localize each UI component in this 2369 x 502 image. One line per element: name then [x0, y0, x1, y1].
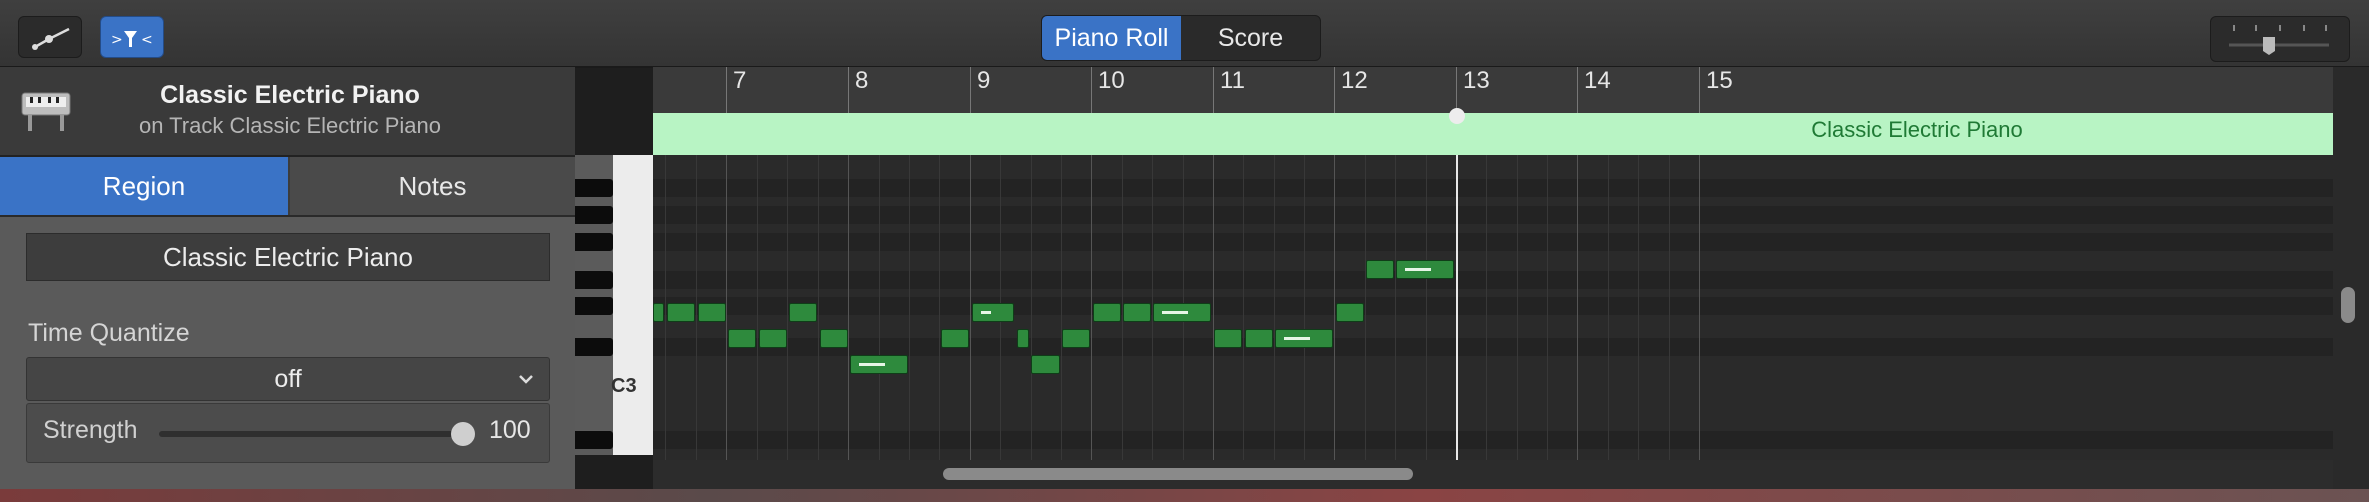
vertical-scrollbar[interactable] — [2333, 67, 2369, 489]
view-switcher: Piano Roll Score — [1041, 15, 1321, 61]
region-header[interactable]: Classic Electric Piano — [653, 113, 2333, 155]
svg-text:>: > — [111, 32, 123, 48]
midi-note[interactable] — [1153, 303, 1211, 322]
midi-note[interactable] — [1275, 329, 1333, 348]
strength-value: 100 — [489, 416, 531, 444]
track-title: Classic Electric Piano — [160, 81, 420, 109]
black-key[interactable] — [575, 297, 613, 315]
midi-note[interactable] — [1366, 260, 1394, 279]
midi-note[interactable] — [972, 303, 1014, 322]
region-name-field[interactable]: Classic Electric Piano — [26, 233, 550, 281]
bar-number: 12 — [1341, 67, 1368, 94]
bar-number: 7 — [733, 67, 747, 94]
vertical-scroll-thumb[interactable] — [2341, 287, 2355, 323]
black-key[interactable] — [575, 233, 613, 251]
region-inspector: Classic Electric Piano on Track Classic … — [0, 67, 575, 489]
svg-text:<: < — [141, 32, 153, 48]
editor-toolbar: > < Piano Roll Score — [0, 0, 2369, 68]
white-keys — [613, 155, 653, 455]
region-label: Classic Electric Piano — [1811, 117, 2023, 142]
note-grid[interactable] — [653, 155, 2333, 460]
midi-note[interactable] — [1336, 303, 1364, 322]
midi-note[interactable] — [653, 303, 664, 322]
zoom-control[interactable] — [2210, 16, 2350, 62]
background-window-strip — [0, 489, 2369, 502]
horizontal-scrollbar[interactable] — [653, 460, 2333, 489]
midi-in-filter-icon: > < — [111, 31, 153, 48]
bar-number: 14 — [1584, 67, 1611, 94]
midi-note[interactable] — [1245, 329, 1273, 348]
midi-note[interactable] — [1062, 329, 1090, 348]
midi-note[interactable] — [759, 329, 787, 348]
bar-number: 13 — [1463, 67, 1490, 94]
tab-notes[interactable]: Notes — [290, 157, 575, 215]
tab-piano-roll[interactable]: Piano Roll — [1042, 16, 1181, 60]
midi-note[interactable] — [820, 329, 848, 348]
midi-note[interactable] — [1123, 303, 1151, 322]
midi-note[interactable] — [1031, 355, 1060, 374]
black-key[interactable] — [575, 338, 613, 356]
black-key[interactable] — [575, 179, 613, 197]
midi-note[interactable] — [850, 355, 908, 374]
strength-slider-knob[interactable] — [451, 422, 475, 446]
horizontal-scroll-thumb[interactable] — [943, 468, 1413, 480]
electric-piano-icon — [21, 92, 71, 131]
chevron-down-icon — [519, 375, 533, 384]
strength-slider[interactable] — [159, 431, 459, 437]
midi-note[interactable] — [1396, 260, 1454, 279]
time-quantize-select[interactable]: off — [26, 357, 550, 401]
bar-number: 15 — [1706, 67, 1733, 94]
tab-score[interactable]: Score — [1181, 16, 1320, 60]
strength-control: Strength 100 — [26, 403, 550, 463]
midi-note[interactable] — [728, 329, 756, 348]
inspector-tabs: Region Notes — [0, 157, 575, 217]
time-quantize-value: off — [274, 364, 302, 393]
track-subtitle: on Track Classic Electric Piano — [139, 113, 441, 138]
midi-note[interactable] — [941, 329, 969, 348]
piano-keyboard[interactable]: C3 — [575, 155, 653, 455]
tab-region[interactable]: Region — [0, 157, 288, 215]
midi-filter-button[interactable]: > < — [100, 16, 164, 58]
automation-curve-icon — [32, 27, 70, 50]
midi-note[interactable] — [1017, 329, 1029, 348]
time-quantize-label: Time Quantize — [28, 319, 190, 347]
midi-note[interactable] — [1093, 303, 1121, 322]
midi-note[interactable] — [1214, 329, 1242, 348]
bar-number: 8 — [855, 67, 869, 94]
playhead-handle[interactable] — [1449, 108, 1465, 124]
midi-note[interactable] — [789, 303, 817, 322]
bar-number: 11 — [1220, 67, 1245, 94]
octave-label-c3: C3 — [611, 375, 637, 397]
automation-button[interactable] — [18, 16, 82, 58]
black-key[interactable] — [575, 206, 613, 224]
bar-number: 10 — [1098, 67, 1125, 94]
playhead[interactable] — [1456, 155, 1458, 460]
zoom-slider-icon — [2229, 25, 2329, 55]
bar-number: 9 — [977, 67, 991, 94]
midi-note[interactable] — [667, 303, 695, 322]
black-key[interactable] — [575, 271, 613, 289]
bar-ruler[interactable]: 7 8 9 10 11 12 13 14 15 — [653, 67, 2333, 114]
black-key[interactable] — [575, 431, 613, 449]
track-header: Classic Electric Piano on Track Classic … — [0, 67, 575, 157]
strength-label: Strength — [43, 416, 138, 444]
midi-note[interactable] — [698, 303, 726, 322]
